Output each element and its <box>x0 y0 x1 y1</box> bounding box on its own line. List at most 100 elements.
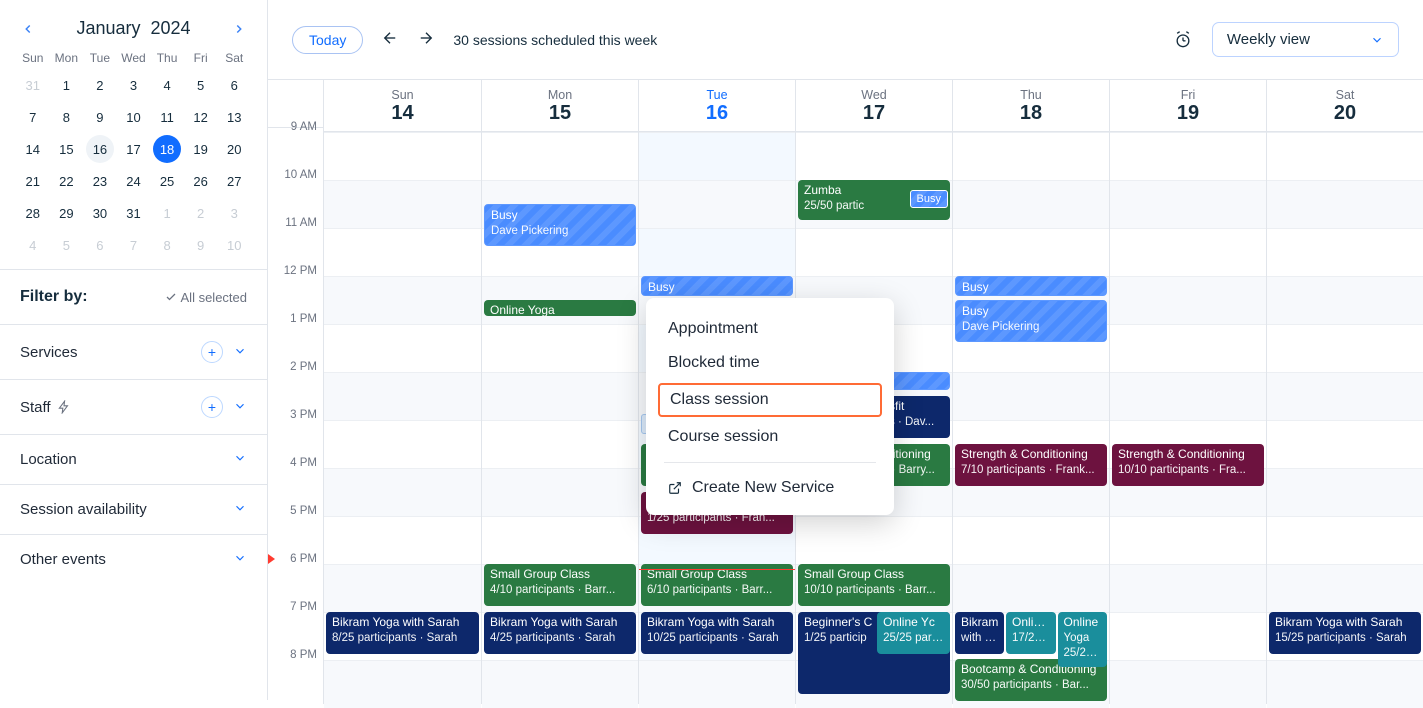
filter-availability[interactable]: Session availability <box>0 484 267 534</box>
day-header: Sat20 <box>1266 80 1423 131</box>
popup-course-session[interactable]: Course session <box>646 420 894 454</box>
mini-calendar-day[interactable]: 7 <box>119 231 147 259</box>
mini-calendar-day[interactable]: 5 <box>52 231 80 259</box>
mini-calendar-day[interactable]: 23 <box>86 167 114 195</box>
calendar-event[interactable]: Bikram Yoga with Sarah10/25 participants… <box>641 612 793 654</box>
calendar-event[interactable]: BusyDave Pickering <box>484 204 636 246</box>
mini-calendar-day[interactable]: 3 <box>220 199 248 227</box>
weekday-label: Mon <box>52 51 82 65</box>
popup-appointment[interactable]: Appointment <box>646 312 894 346</box>
mini-calendar-day[interactable]: 24 <box>119 167 147 195</box>
calendar-event[interactable]: Small Group Class10/10 participants · Ba… <box>798 564 950 606</box>
time-label: 8 PM <box>268 656 323 704</box>
mini-calendar-day[interactable]: 1 <box>153 199 181 227</box>
external-link-icon <box>668 481 682 495</box>
mini-calendar-day[interactable]: 4 <box>19 231 47 259</box>
popup-create-new-service[interactable]: Create New Service <box>646 471 894 505</box>
calendar-event[interactable]: Small Group Class6/10 participants · Bar… <box>641 564 793 606</box>
mini-calendar-day[interactable]: 28 <box>19 199 47 227</box>
mini-calendar-day[interactable]: 11 <box>153 103 181 131</box>
weekday-label: Wed <box>119 51 149 65</box>
chevron-down-icon <box>233 501 247 518</box>
chevron-down-icon <box>233 551 247 568</box>
view-selector[interactable]: Weekly view <box>1212 22 1399 57</box>
mini-calendar-day[interactable]: 27 <box>220 167 248 195</box>
mini-calendar-day[interactable]: 2 <box>86 71 114 99</box>
mini-calendar-day[interactable]: 26 <box>187 167 215 195</box>
calendar-event[interactable]: Strength & Conditioning7/10 participants… <box>955 444 1107 486</box>
mini-calendar-day[interactable]: 7 <box>19 103 47 131</box>
next-week-button[interactable] <box>417 29 435 50</box>
mini-calendar-day[interactable]: 2 <box>187 199 215 227</box>
next-month-button[interactable] <box>229 19 249 39</box>
calendar-event[interactable]: Strength & Conditioning10/10 participant… <box>1112 444 1264 486</box>
calendar-event[interactable]: BusyDave Pickering <box>955 300 1107 342</box>
mini-calendar-day[interactable]: 14 <box>19 135 47 163</box>
busy-chip[interactable]: Busy <box>910 190 948 208</box>
mini-calendar-day[interactable]: 18 <box>153 135 181 163</box>
mini-calendar-day[interactable]: 22 <box>52 167 80 195</box>
mini-calendar-day[interactable]: 15 <box>52 135 80 163</box>
mini-calendar: January 2024 SunMonTueWedThuFriSat 31123… <box>0 0 267 269</box>
mini-calendar-day[interactable]: 17 <box>119 135 147 163</box>
mini-calendar-day[interactable]: 5 <box>187 71 215 99</box>
calendar-event[interactable]: OnlineYoga25/25... <box>1058 612 1107 667</box>
calendar-event[interactable]: Online Yc25/25 part... <box>877 612 950 654</box>
mini-calendar-day[interactable]: 20 <box>220 135 248 163</box>
sidebar: January 2024 SunMonTueWedThuFriSat 31123… <box>0 0 268 700</box>
popup-class-session[interactable]: Class session <box>658 383 882 417</box>
month-year-label: January 2024 <box>38 18 229 39</box>
popup-blocked-time[interactable]: Blocked time <box>646 346 894 380</box>
all-selected-label: All selected <box>165 290 247 305</box>
mini-calendar-day[interactable]: 29 <box>52 199 80 227</box>
calendar-event[interactable]: Busy <box>641 276 793 296</box>
mini-calendar-day[interactable]: 10 <box>220 231 248 259</box>
mini-calendar-day[interactable]: 3 <box>119 71 147 99</box>
prev-month-button[interactable] <box>18 19 38 39</box>
filter-services[interactable]: Services + <box>0 324 267 379</box>
filter-location[interactable]: Location <box>0 434 267 484</box>
mini-calendar-day[interactable]: 10 <box>119 103 147 131</box>
mini-calendar-day[interactable]: 12 <box>187 103 215 131</box>
weekday-label: Sat <box>219 51 249 65</box>
mini-calendar-day[interactable]: 31 <box>19 71 47 99</box>
calendar-event[interactable]: Small Group Class4/10 participants · Bar… <box>484 564 636 606</box>
reminder-icon[interactable] <box>1172 29 1194 51</box>
mini-calendar-day[interactable]: 4 <box>153 71 181 99</box>
day-header: Wed17 <box>795 80 952 131</box>
calendar-event[interactable]: Online Y17/25 pa <box>1006 612 1056 654</box>
add-service-button[interactable]: + <box>201 341 223 363</box>
calendar-event[interactable]: Bikramwith Sarah <box>955 612 1004 654</box>
mini-calendar-day[interactable]: 9 <box>187 231 215 259</box>
mini-calendar-day[interactable]: 31 <box>119 199 147 227</box>
calendar-event[interactable]: Online Yoga <box>484 300 636 316</box>
mini-calendar-day[interactable]: 13 <box>220 103 248 131</box>
mini-calendar-day[interactable]: 9 <box>86 103 114 131</box>
calendar-event[interactable]: Bikram Yoga with Sarah4/25 participants … <box>484 612 636 654</box>
mini-calendar-day[interactable]: 30 <box>86 199 114 227</box>
mini-calendar-day[interactable]: 8 <box>153 231 181 259</box>
mini-calendar-day[interactable]: 21 <box>19 167 47 195</box>
mini-calendar-day[interactable]: 25 <box>153 167 181 195</box>
time-column: 9 AM10 AM11 AM12 PM1 PM2 PM3 PM4 PM5 PM6… <box>268 80 324 704</box>
filter-other-events[interactable]: Other events <box>0 534 267 584</box>
mini-calendar-day[interactable]: 1 <box>52 71 80 99</box>
prev-week-button[interactable] <box>381 29 399 50</box>
day-column[interactable]: Busy BusyDave Pickering Strength & Conditi… <box>952 132 1109 704</box>
add-staff-button[interactable]: + <box>201 396 223 418</box>
mini-calendar-day[interactable]: 19 <box>187 135 215 163</box>
mini-calendar-day[interactable]: 6 <box>220 71 248 99</box>
filter-staff[interactable]: Staff + <box>0 379 267 434</box>
day-column[interactable]: Bikram Yoga with Sarah15/25 participants… <box>1266 132 1423 704</box>
today-button[interactable]: Today <box>292 26 363 54</box>
mini-calendar-day[interactable]: 8 <box>52 103 80 131</box>
day-header: Mon15 <box>481 80 638 131</box>
calendar-event[interactable]: Busy <box>955 276 1107 296</box>
calendar-event[interactable]: Bikram Yoga with Sarah15/25 participants… <box>1269 612 1421 654</box>
mini-calendar-day[interactable]: 16 <box>86 135 114 163</box>
day-column[interactable]: Bikram Yoga with Sarah8/25 participants … <box>324 132 481 704</box>
day-column[interactable]: BusyDave Pickering Online Yoga Small Group… <box>481 132 638 704</box>
mini-calendar-day[interactable]: 6 <box>86 231 114 259</box>
calendar-event[interactable]: Bikram Yoga with Sarah8/25 participants … <box>326 612 479 654</box>
day-column[interactable]: Strength & Conditioning10/10 participant… <box>1109 132 1266 704</box>
